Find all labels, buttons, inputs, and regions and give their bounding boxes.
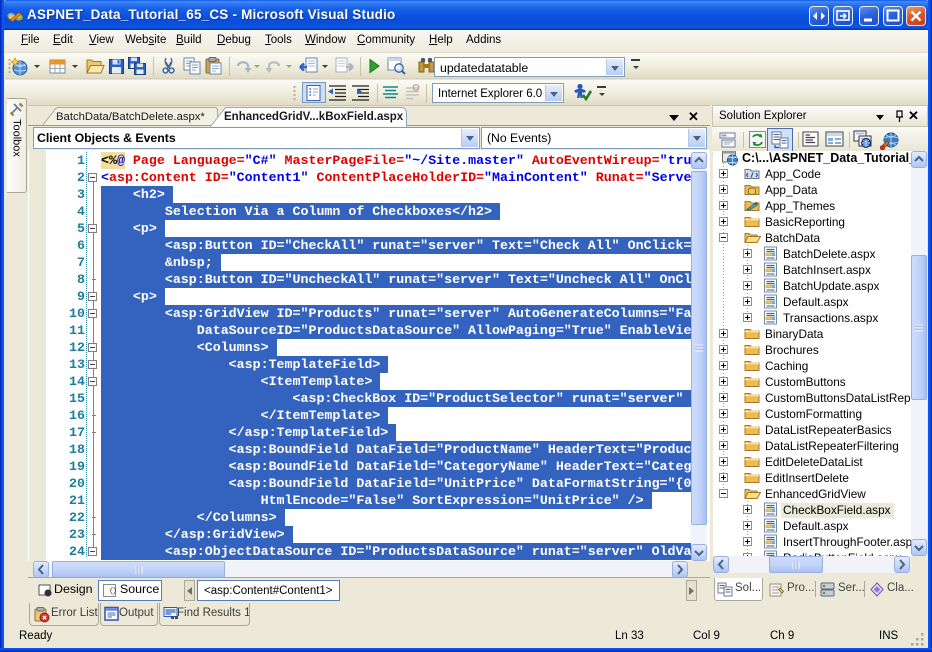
svg-text:〈〉: 〈〉 (105, 587, 117, 596)
